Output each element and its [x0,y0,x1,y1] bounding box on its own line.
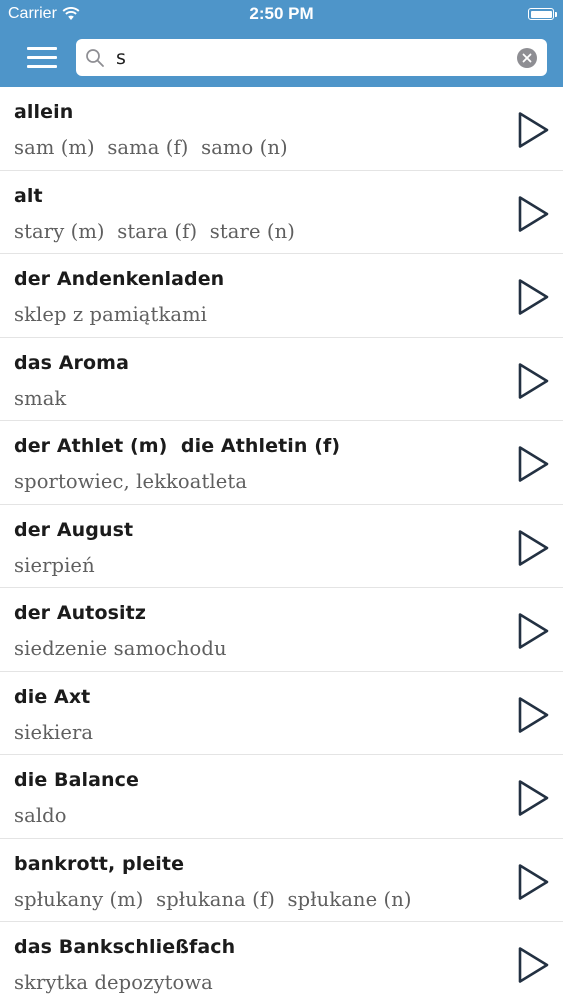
navigation-bar [0,30,563,87]
play-icon[interactable] [513,360,553,402]
play-icon[interactable] [513,861,553,903]
entry-translation: stary (m) stara (f) stare (n) [14,219,295,243]
entry-translation: sklep z pamiątkami [14,303,208,326]
entry-word: bankrott, pleite [14,852,185,875]
play-icon[interactable] [513,109,553,151]
list-item[interactable]: die Balance saldo [0,755,563,839]
entry-word: die Axt [14,685,91,708]
menu-icon-line [27,56,57,59]
entry-word: das Aroma [14,351,129,374]
list-item[interactable]: das Bankschließfach skrytka depozytowa [0,922,563,1006]
entry-translation: siekiera [14,720,94,744]
entry-word: das Bankschließfach [14,936,236,958]
menu-icon-line [27,47,57,50]
entry-translation: siedzenie samochodu [14,637,227,660]
entry-word: die Balance [14,769,140,791]
list-item[interactable]: das Aroma smak [0,338,563,421]
menu-button[interactable] [27,45,57,69]
list-item[interactable]: der August sierpień [0,505,563,588]
list-item[interactable]: alt stary (m) stara (f) stare (n) [0,171,563,254]
play-icon[interactable] [513,944,553,986]
search-input[interactable] [116,44,506,71]
play-icon[interactable] [513,777,553,819]
list-item[interactable]: allein sam (m) sama (f) samo (n) [0,87,563,171]
list-item[interactable]: die Axt siekiera [0,672,563,755]
play-icon[interactable] [513,527,553,569]
entry-word: allein [14,101,74,123]
list-item[interactable]: der Andenkenladen sklep z pamiątkami [0,254,563,338]
play-icon[interactable] [513,610,553,652]
play-icon[interactable] [513,193,553,235]
entry-translation: skrytka depozytowa [14,971,213,994]
list-item[interactable]: bankrott, pleite spłukany (m) spłukana (… [0,839,563,922]
status-time: 2:50 PM [249,4,314,23]
status-bar: Carrier 2:50 PM [0,0,563,30]
list-item[interactable]: der Autositz siedzenie samochodu [0,588,563,672]
word-list: allein sam (m) sama (f) samo (n) alt sta… [0,87,563,1006]
menu-icon-line [27,65,57,68]
search-icon [86,49,104,67]
play-icon[interactable] [513,443,553,485]
entry-translation: sierpień [14,553,95,577]
search-bar[interactable] [76,39,547,76]
clear-icon [522,53,532,63]
entry-word: der Andenkenladen [14,268,225,290]
entry-translation: sportowiec, lekkoatleta [14,470,248,493]
play-icon[interactable] [513,276,553,318]
entry-word: alt [14,184,43,207]
entry-word: der Athlet (m) die Athletin (f) [14,435,341,457]
list-item[interactable]: der Athlet (m) die Athletin (f) sportowi… [0,421,563,505]
entry-word: der Autositz [14,602,147,624]
entry-word: der August [14,518,134,541]
entry-translation: sam (m) sama (f) samo (n) [14,136,288,159]
clear-search-button[interactable] [517,48,537,68]
play-icon[interactable] [513,694,553,736]
entry-translation: spłukany (m) spłukana (f) spłukane (n) [14,887,412,911]
entry-translation: smak [14,386,67,410]
battery-icon [528,8,557,20]
entry-translation: saldo [14,804,67,827]
